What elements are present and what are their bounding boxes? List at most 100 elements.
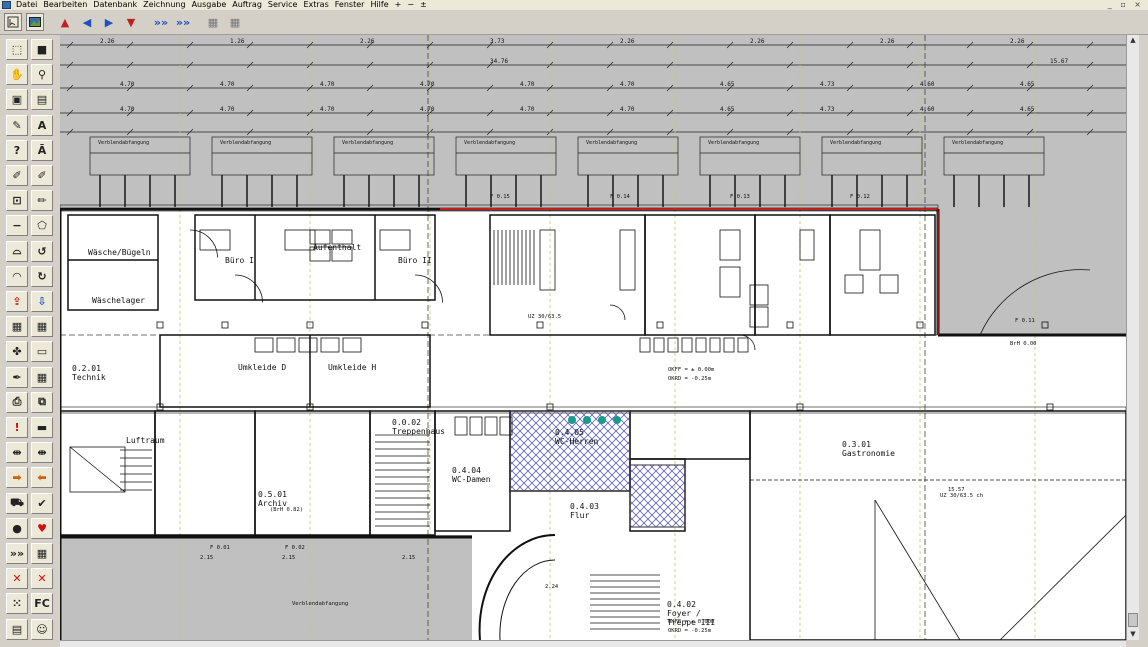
vertical-scrollbar[interactable]: ▲ ▼ [1126, 35, 1139, 640]
tool-value-alt-icon[interactable]: ▦ [31, 316, 53, 338]
menu-hilfe[interactable]: Hilfe [368, 0, 392, 10]
dim-row2-6: 4.65 [720, 81, 735, 88]
move-left-icon: ◀ [82, 15, 92, 29]
tool-warning-icon[interactable]: ! [6, 417, 28, 438]
window-icon: ▭ [36, 345, 48, 359]
toolbar-move-right-icon[interactable]: ▶ [100, 13, 118, 31]
menu-auftrag[interactable]: Auftrag [230, 0, 266, 10]
menu-minus[interactable]: − [405, 0, 418, 10]
edit-alt-icon: ✐ [37, 169, 47, 182]
room-archiv: 0.5.01 Archiv [258, 490, 287, 508]
tool-edit-icon[interactable]: ✐ [6, 165, 28, 186]
tool-curve-icon[interactable]: ↺ [31, 240, 53, 262]
tool-arrow-right-icon[interactable]: ➡ [6, 467, 28, 489]
tool-arc-icon[interactable]: ⌓ [6, 240, 28, 262]
menu-extras[interactable]: Extras [301, 0, 332, 10]
tool-heart-icon[interactable]: ♥ [31, 517, 53, 539]
dim-total-0: 34.76 [490, 58, 508, 65]
scroll-thumb[interactable] [1128, 613, 1138, 627]
tool-export-icon[interactable]: ⇪ [6, 291, 28, 312]
total-dim-1575: 15.57 [948, 487, 965, 493]
scroll-up-icon[interactable]: ▲ [1128, 35, 1138, 45]
ellipse-icon: ◠ [12, 269, 22, 283]
tool-print-icon[interactable]: ⎙ [6, 391, 28, 413]
tool-node-icon[interactable]: ✤ [6, 341, 28, 363]
dim-row2-3: 4.70 [420, 81, 435, 88]
tool-text-icon[interactable]: A [31, 114, 53, 136]
tool-rotate-icon[interactable]: ↻ [31, 265, 53, 287]
dim-row2-4: 4.70 [520, 81, 535, 88]
load-arrow-icon: ▼ [126, 15, 136, 29]
tool-fc-icon[interactable]: FC [31, 593, 53, 615]
f014: F 0.14 [610, 194, 631, 200]
menu-zeichnung[interactable]: Zeichnung [141, 0, 189, 10]
tool-bomb-icon[interactable]: ● [6, 517, 28, 539]
tool-text-style-icon[interactable]: Ā [31, 139, 53, 161]
tool-dimension-icon[interactable]: ⊡ [6, 190, 28, 212]
tool-photo-icon[interactable]: ▣ [6, 89, 28, 111]
menu-plusminus[interactable]: ± [418, 0, 431, 10]
tool-window-icon[interactable]: ▭ [31, 341, 53, 363]
toolbar-save-arrow-icon[interactable]: ▲ [56, 13, 74, 31]
toolbar-select-icon[interactable] [4, 13, 22, 31]
tool-import-icon[interactable]: ⇩ [31, 291, 53, 312]
toolbar-forward-icon[interactable]: »» [152, 13, 170, 31]
floor-plan[interactable]: Verblendabfangung Verblendabfangung Verble… [60, 35, 1126, 640]
text-icon: A [37, 118, 47, 132]
tool-cart-icon[interactable]: ⛟ [6, 492, 28, 514]
tool-line-icon[interactable]: − [6, 215, 28, 237]
tool-zoom-icon[interactable]: ⚲ [31, 64, 53, 86]
tool-merge-icon[interactable]: ⇼ [31, 442, 53, 464]
tool-select-icon[interactable]: ⬚ [6, 39, 28, 60]
dim-row1-3: 3.73 [490, 38, 505, 45]
tool-layer-icon[interactable]: ■ [31, 39, 53, 60]
tool-smiley-icon[interactable]: ☺ [31, 618, 53, 640]
toolbar-forward-alt-icon[interactable]: »» [174, 13, 192, 31]
tool-value-icon[interactable]: ▦ [6, 316, 28, 338]
tool-brush-icon[interactable]: ✒ [6, 366, 28, 388]
tool-shape-icon[interactable]: ⬠ [31, 215, 53, 237]
calculator-icon: ▤ [36, 93, 48, 107]
tool-grid-small-icon[interactable]: ▦ [31, 543, 53, 564]
tool-calculator-icon[interactable]: ▤ [31, 89, 53, 111]
menu-datei[interactable]: Datei [14, 0, 41, 10]
menu-service[interactable]: Service [266, 0, 302, 10]
dots-icon: ⁙ [12, 597, 22, 611]
menu-bearbeiten[interactable]: Bearbeiten [41, 0, 91, 10]
toolbar-grid-alt-icon[interactable]: ▦ [226, 13, 244, 31]
layer-icon: ■ [36, 43, 48, 56]
tool-fill-icon[interactable]: ▦ [31, 366, 53, 388]
tool-edit-alt-icon[interactable]: ✐ [31, 165, 53, 186]
menu-ausgabe[interactable]: Ausgabe [190, 0, 231, 10]
cad-drawing-canvas[interactable]: Verblendabfangung Verblendabfangung Verble… [60, 35, 1126, 640]
menu-datenbank[interactable]: Datenbank [91, 0, 141, 10]
window-controls[interactable]: _ ▫ × [1108, 0, 1144, 10]
room-luftraum: Luftraum [126, 436, 165, 445]
toolbar-grid-icon[interactable]: ▦ [204, 13, 222, 31]
forward-alt-icon: »» [175, 15, 191, 29]
tool-cross-icon[interactable]: ✕ [6, 568, 28, 590]
toolbar-photo-icon[interactable] [26, 13, 44, 31]
grid-icon: ▦ [207, 15, 219, 29]
tool-cross-alt-icon[interactable]: ✕ [31, 568, 53, 590]
tool-fast-forward-icon[interactable]: »» [6, 543, 28, 564]
tool-table-icon[interactable]: ▤ [6, 618, 28, 640]
tool-panel-icon[interactable]: ▬ [31, 417, 53, 438]
rotate-icon: ↻ [37, 269, 47, 283]
scroll-down-icon[interactable]: ▼ [1128, 629, 1138, 639]
tool-check-icon[interactable]: ✔ [31, 492, 53, 514]
menu-plus[interactable]: + [393, 0, 406, 10]
toolbar-load-arrow-icon[interactable]: ▼ [122, 13, 140, 31]
tool-arrow-left-icon[interactable]: ⬅ [31, 467, 53, 489]
tool-help-icon[interactable]: ? [6, 139, 28, 161]
tool-pencil-icon[interactable]: ✎ [6, 114, 28, 136]
tool-sketch-icon[interactable]: ✏ [31, 190, 53, 212]
tool-copy-icon[interactable]: ⧉ [31, 391, 53, 413]
tool-ellipse-icon[interactable]: ◠ [6, 265, 28, 287]
toolbar-move-left-icon[interactable]: ◀ [78, 13, 96, 31]
tool-hand-pan-icon[interactable]: ✋ [6, 64, 28, 86]
tool-dots-icon[interactable]: ⁙ [6, 593, 28, 615]
photo-icon: ▣ [11, 93, 23, 107]
tool-split-icon[interactable]: ⇹ [6, 442, 28, 464]
menu-fenster[interactable]: Fenster [333, 0, 369, 10]
